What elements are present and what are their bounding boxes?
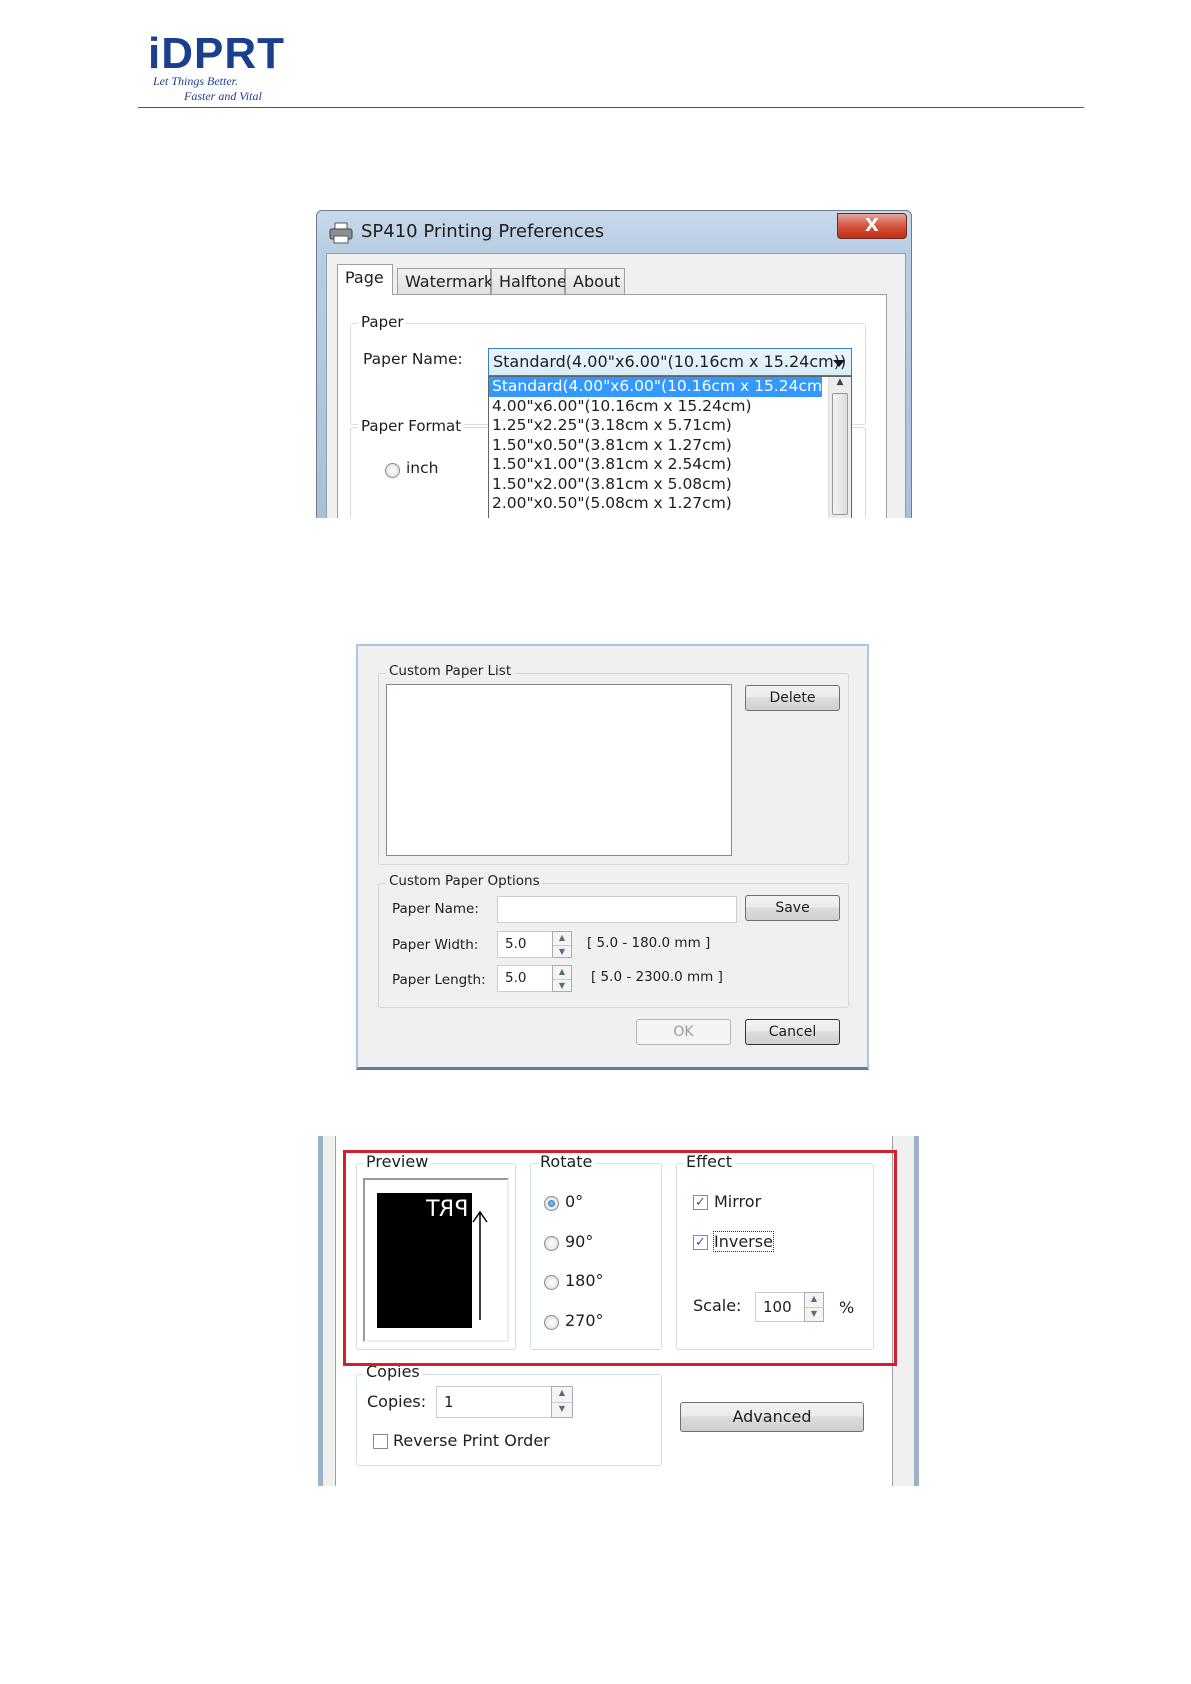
inch-radio[interactable]	[385, 463, 400, 478]
paper-length-field[interactable]: 5.0	[497, 965, 553, 992]
reverse-print-checkbox[interactable]	[373, 1434, 388, 1449]
tab-page[interactable]: Page	[337, 264, 393, 295]
spin-down-icon[interactable]: ▼	[552, 1402, 572, 1417]
custom-paper-options-title: Custom Paper Options	[386, 873, 543, 889]
advanced-button[interactable]: Advanced	[680, 1402, 864, 1432]
paper-option-2[interactable]: 1.25"x2.25"(3.18cm x 5.71cm)	[489, 416, 851, 436]
paper-length-label: Paper Length:	[392, 972, 486, 988]
scroll-thumb[interactable]	[832, 393, 848, 515]
spin-down-icon[interactable]: ▼	[553, 944, 571, 958]
save-button[interactable]: Save	[745, 895, 840, 921]
window-frame: SP410 Printing Preferences X Page Waterm…	[316, 210, 912, 518]
paper-width-range: [ 5.0 - 180.0 mm ]	[587, 935, 711, 951]
copies-stepper[interactable]: ▲ ▼	[551, 1386, 573, 1418]
window-title: SP410 Printing Preferences	[361, 221, 605, 242]
paper-width-field[interactable]: 5.0	[497, 931, 553, 958]
custom-paper-listbox[interactable]	[386, 684, 732, 856]
scroll-up-icon[interactable]: ▲	[829, 377, 851, 391]
paper-format-group-title: Paper Format	[358, 417, 465, 435]
tab-about[interactable]: About	[565, 268, 625, 294]
paper-option-1[interactable]: 4.00"x6.00"(10.16cm x 15.24cm)	[489, 397, 851, 417]
inch-label: inch	[406, 459, 439, 477]
paper-name-label: Paper Name:	[363, 350, 463, 368]
paper-option-5[interactable]: 1.50"x2.00"(3.81cm x 5.08cm)	[489, 475, 851, 495]
list-scrollbar[interactable]: ▲	[828, 377, 851, 518]
paper-width-label: Paper Width:	[392, 937, 479, 953]
spin-up-icon[interactable]: ▲	[553, 932, 571, 945]
paper-name-field[interactable]	[497, 896, 737, 923]
custom-paper-list-title: Custom Paper List	[386, 663, 515, 679]
ok-button[interactable]: OK	[636, 1019, 731, 1045]
paper-option-4[interactable]: 1.50"x1.00"(3.81cm x 2.54cm)	[489, 455, 851, 475]
reverse-print-label: Reverse Print Order	[393, 1431, 550, 1450]
paper-option-6[interactable]: 2.00"x0.50"(5.08cm x 1.27cm)	[489, 494, 851, 514]
printing-preferences-dialog: SP410 Printing Preferences X Page Waterm…	[316, 210, 912, 518]
copies-label: Copies:	[367, 1392, 427, 1411]
paper-length-stepper[interactable]: ▲ ▼	[552, 965, 572, 992]
printer-icon	[329, 222, 353, 244]
delete-button[interactable]: Delete	[745, 685, 840, 711]
paper-length-range: [ 5.0 - 2300.0 mm ]	[591, 969, 723, 985]
logo-tagline-2: Faster and Vital	[184, 89, 262, 103]
spin-down-icon[interactable]: ▼	[553, 978, 571, 992]
logo-tagline-1: Let Things Better.	[153, 74, 239, 88]
highlight-box	[343, 1150, 897, 1366]
chevron-down-icon	[833, 360, 845, 367]
paper-name-selected: Standard(4.00"x6.00"(10.16cm x 15.24cm))	[493, 352, 847, 371]
custom-paper-dialog: Custom Paper List Delete Custom Paper Op…	[356, 644, 869, 1070]
tab-halftone[interactable]: Halftone	[491, 268, 567, 294]
spin-up-icon[interactable]: ▲	[552, 1387, 572, 1402]
spin-up-icon[interactable]: ▲	[553, 966, 571, 979]
paper-option-3[interactable]: 1.50"x0.50"(3.81cm x 1.27cm)	[489, 436, 851, 456]
logo-text: iDPRT	[148, 29, 285, 78]
idprt-logo: iDPRT	[148, 29, 288, 78]
tab-watermark[interactable]: Watermark	[397, 268, 493, 294]
paper-name-dropdown[interactable]: Standard(4.00"x6.00"(10.16cm x 15.24cm))	[488, 348, 852, 376]
paper-name-label: Paper Name:	[392, 901, 479, 917]
close-button[interactable]: X	[837, 213, 907, 239]
copies-field[interactable]: 1	[436, 1386, 552, 1418]
header-divider	[138, 107, 1084, 108]
cancel-button[interactable]: Cancel	[745, 1019, 840, 1045]
page-settings-panel: Preview PRT Rotate 0° 90° 180° 270° Effe…	[318, 1136, 919, 1486]
paper-name-list: Standard(4.00"x6.00"(10.16cm x 15.24cm))…	[488, 376, 852, 518]
paper-group-title: Paper	[358, 313, 407, 331]
dialog-frame: Custom Paper List Delete Custom Paper Op…	[356, 644, 869, 1070]
paper-option-0[interactable]: Standard(4.00"x6.00"(10.16cm x 15.24cm))	[489, 377, 834, 397]
paper-width-stepper[interactable]: ▲ ▼	[552, 931, 572, 958]
